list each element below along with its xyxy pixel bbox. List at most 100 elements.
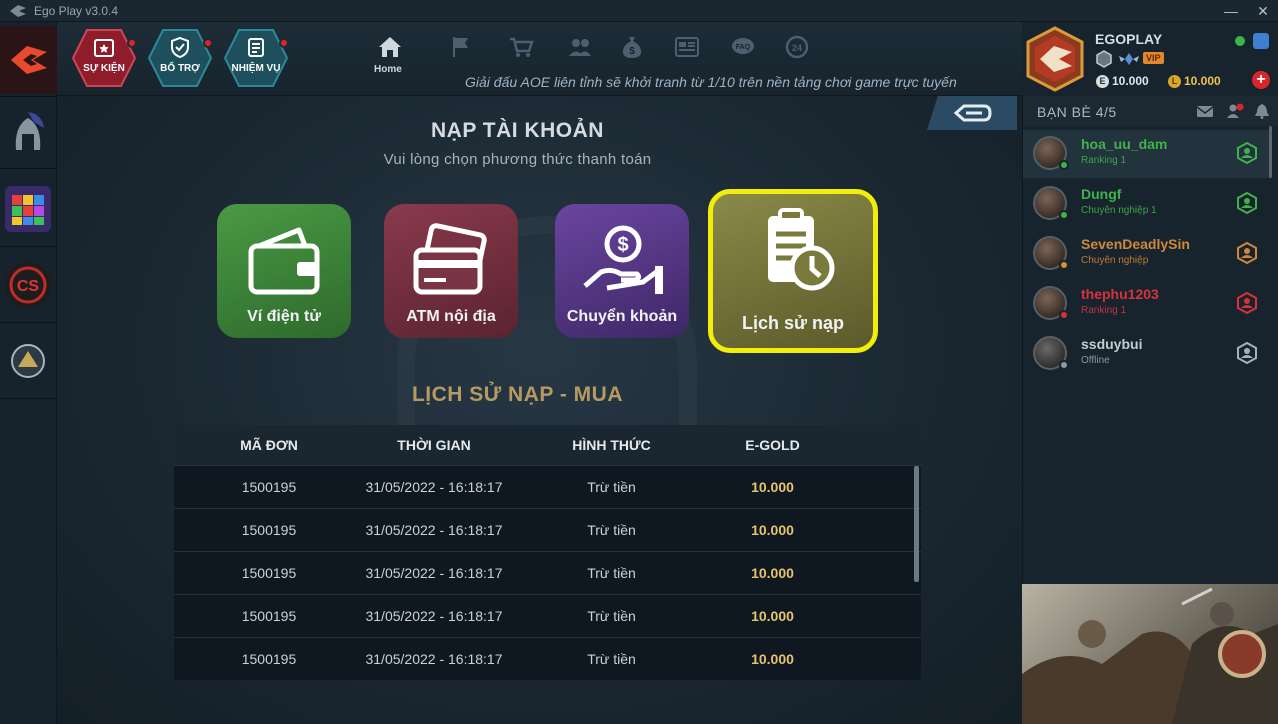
notification-dot — [203, 38, 213, 48]
svg-text:FAQ: FAQ — [736, 44, 751, 51]
title-bar: Ego Play v3.0.4 — ✕ — [0, 0, 1278, 22]
cs-logo-icon[interactable]: CS — [5, 262, 51, 308]
friend-status-dot — [1059, 260, 1069, 270]
support-button[interactable]: BỔ TRỢ — [147, 28, 213, 88]
order-id: 1500195 — [241, 522, 297, 538]
checklist-icon — [248, 38, 264, 57]
friend-status-dot — [1059, 310, 1069, 320]
home-label: Home — [374, 64, 402, 75]
friend-status-dot — [1059, 160, 1069, 170]
ego-logo-icon — [10, 46, 47, 74]
order-time: 31/05/2022 - 16:18:17 — [365, 522, 503, 538]
block-puzzle-icon[interactable] — [5, 186, 51, 232]
money-bag-icon[interactable]: $ — [619, 34, 645, 60]
column-header: MÃ ĐƠN — [240, 437, 298, 453]
account-menu-icon[interactable] — [1253, 33, 1269, 49]
online-status-dot — [1235, 36, 1245, 46]
friend-rank: Chuyên nghiệp 1 — [1081, 205, 1157, 216]
history-title: LỊCH SỬ NẠP - MUA — [411, 383, 624, 406]
column-header: E-GOLD — [745, 437, 800, 453]
aoe-logo-icon[interactable] — [5, 338, 51, 384]
svg-text:24: 24 — [792, 43, 802, 53]
order-id: 1500195 — [241, 608, 297, 624]
minimize-button[interactable]: — — [1218, 0, 1244, 22]
ecoin-balance: E 10.000 — [1096, 74, 1149, 88]
order-type: Trừ tiền — [587, 479, 636, 495]
friend-name: SevenDeadlySin — [1081, 236, 1190, 252]
money-hand-icon: $ — [583, 225, 663, 294]
spartan-helmet-icon[interactable] — [5, 110, 51, 156]
friend-profile-icon[interactable] — [1236, 342, 1258, 364]
support-24-icon[interactable]: 24 — [784, 34, 810, 60]
table-row[interactable]: 1500195 31/05/2022 - 16:18:17 Trừ tiền 1… — [174, 551, 921, 594]
friend-profile-icon[interactable] — [1236, 242, 1258, 264]
bank-transfer-button[interactable]: $ Chuyển khoản — [555, 204, 689, 338]
news-icon[interactable] — [674, 34, 700, 60]
cart-icon[interactable] — [508, 34, 534, 60]
friends-scrollbar[interactable] — [1269, 126, 1272, 178]
atm-button[interactable]: ATM nội địa — [384, 204, 518, 338]
home-icon[interactable] — [377, 34, 403, 60]
order-type: Trừ tiền — [587, 608, 636, 624]
avatar[interactable] — [1022, 26, 1088, 92]
mission-button[interactable]: NHIỆM VỤ — [223, 28, 289, 88]
faq-icon[interactable]: FAQ — [730, 34, 756, 60]
e-wallet-button[interactable]: Ví điện tử — [217, 204, 351, 338]
ego-logo-icon — [10, 4, 26, 17]
payment-label: Ví điện tử — [247, 308, 321, 325]
friend-rank: Ranking 1 — [1081, 305, 1127, 316]
ecoin-icon: E — [1096, 74, 1109, 88]
table-row[interactable]: 1500195 31/05/2022 - 16:18:17 Trừ tiền 1… — [174, 637, 921, 680]
order-id: 1500195 — [241, 565, 297, 581]
order-egold: 10.000 — [751, 522, 794, 538]
history-table: MÃ ĐƠN THỜI GIAN HÌNH THỨC E-GOLD 150019… — [174, 425, 921, 680]
promo-banner[interactable] — [1022, 584, 1278, 724]
order-egold: 10.000 — [751, 651, 794, 667]
order-egold: 10.000 — [751, 479, 794, 495]
table-row[interactable]: 1500195 31/05/2022 - 16:18:17 Trừ tiền 1… — [174, 594, 921, 637]
calendar-star-icon — [94, 39, 114, 57]
friend-rank: Ranking 1 — [1081, 155, 1127, 166]
mail-icon[interactable] — [1196, 103, 1214, 119]
friends-panel: BẠN BÈ 4/5 hoa_uu_dam Ranking 1 Dungf Ch… — [1022, 96, 1278, 584]
game-sidebar: CS — [0, 22, 57, 724]
table-row[interactable]: 1500195 31/05/2022 - 16:18:17 Trừ tiền 1… — [174, 465, 921, 508]
notification-dot — [279, 38, 289, 48]
order-time: 31/05/2022 - 16:18:17 — [365, 608, 503, 624]
friend-item[interactable]: thephu1203 Ranking 1 — [1023, 280, 1271, 328]
friend-name: ssduybui — [1081, 336, 1143, 352]
friend-profile-icon[interactable] — [1236, 142, 1258, 164]
credit-card-icon — [413, 223, 487, 295]
close-button[interactable]: ✕ — [1250, 0, 1276, 22]
svg-text:$: $ — [617, 234, 628, 256]
mission-label: NHIỆM VỤ — [231, 63, 281, 74]
friends-icon[interactable] — [567, 34, 593, 60]
bell-icon[interactable] — [1253, 103, 1271, 119]
add-funds-button[interactable]: + — [1252, 71, 1270, 89]
table-header: MÃ ĐƠN THỜI GIAN HÌNH THỨC E-GOLD — [174, 425, 921, 465]
flag-icon[interactable] — [448, 34, 474, 60]
friend-item[interactable]: SevenDeadlySin Chuyên nghiệp — [1023, 230, 1271, 278]
ego-logo-button[interactable] — [0, 26, 57, 94]
friend-item[interactable]: Dungf Chuyên nghiệp 1 — [1023, 180, 1271, 228]
history-button[interactable]: Lịch sử nạp — [708, 189, 878, 353]
friend-profile-icon[interactable] — [1236, 292, 1258, 314]
friend-rank: Chuyên nghiệp — [1081, 255, 1149, 266]
wallet-icon — [248, 227, 320, 295]
main-content: NẠP TÀI KHOẢN Vui lòng chọn phương thức … — [57, 96, 1022, 724]
clipboard-clock-icon — [768, 208, 835, 291]
order-time: 31/05/2022 - 16:18:17 — [365, 565, 503, 581]
order-id: 1500195 — [241, 651, 297, 667]
friend-item[interactable]: hoa_uu_dam Ranking 1 — [1023, 130, 1271, 178]
page-subtitle: Vui lòng chọn phương thức thanh toán — [383, 151, 652, 168]
add-friend-icon[interactable] — [1226, 103, 1244, 119]
table-scrollbar[interactable] — [914, 466, 919, 582]
event-label: SỰ KIỆN — [83, 63, 125, 74]
friend-profile-icon[interactable] — [1236, 192, 1258, 214]
friend-item[interactable]: ssduybui Offline — [1023, 330, 1271, 378]
event-button[interactable]: SỰ KIỆN — [71, 28, 137, 88]
friends-title: BẠN BÈ 4/5 — [1037, 104, 1117, 120]
notification-dot — [127, 38, 137, 48]
username: EGOPLAY — [1095, 31, 1163, 47]
table-row[interactable]: 1500195 31/05/2022 - 16:18:17 Trừ tiền 1… — [174, 508, 921, 551]
